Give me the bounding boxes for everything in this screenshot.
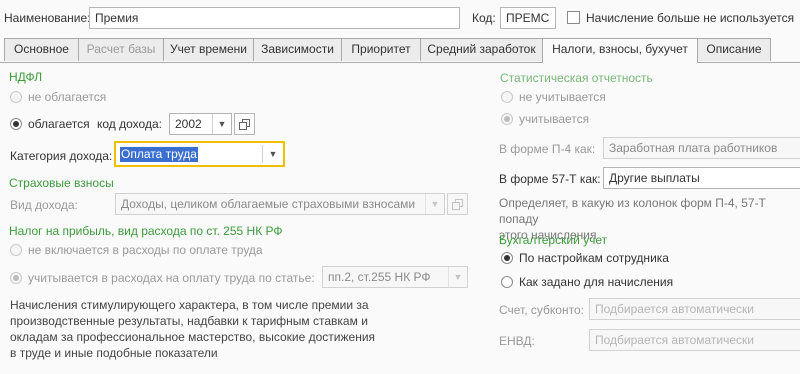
- open-icon: [239, 119, 250, 130]
- profit-tax-note: Начисления стимулирующего характера, в т…: [10, 298, 376, 360]
- tab-main[interactable]: Основное: [4, 38, 79, 61]
- ndfl-taxed-label: облагается: [28, 117, 90, 131]
- acc-as-set-radio[interactable]: [501, 276, 513, 288]
- stat-counted-radio[interactable]: [501, 113, 513, 125]
- name-label: Наименование:: [4, 11, 91, 25]
- account-placeholder: Подбирается автоматически: [595, 302, 754, 316]
- income-category-value: Оплата труда: [120, 147, 198, 162]
- accounting-section-title: Бухгалтерский учет: [499, 233, 608, 247]
- income-type-value: Доходы, целиком облагаемые страховыми вз…: [121, 197, 416, 211]
- statistics-section-title: Статистическая отчетность: [500, 71, 653, 85]
- envd-placeholder: Подбирается автоматически: [595, 333, 754, 347]
- chevron-down-icon[interactable]: ▼: [262, 145, 283, 163]
- income-category-label: Категория дохода:: [10, 149, 113, 163]
- profit-tax-section-title: Налог на прибыль, вид расхода по ст. 255…: [9, 224, 283, 238]
- ndfl-section-title: НДФЛ: [9, 70, 43, 84]
- income-type-open-button[interactable]: [447, 193, 468, 215]
- chevron-down-icon[interactable]: ▼: [448, 267, 467, 287]
- chevron-down-icon[interactable]: ▼: [212, 114, 231, 134]
- ndfl-not-taxed-radio[interactable]: [10, 91, 22, 103]
- acc-as-set-label: Как задано для начисления: [519, 275, 674, 289]
- f57t-select[interactable]: Другие выплаты: [603, 167, 800, 189]
- expense-article-select[interactable]: пп.2, ст.255 НК РФ ▼: [322, 266, 468, 288]
- acc-by-employee-radio[interactable]: [501, 252, 513, 264]
- profit-included-label: учитывается в расходах на оплату труда п…: [28, 271, 315, 285]
- stat-counted-label: учитывается: [519, 112, 590, 126]
- stat-not-counted-label: не учитывается: [519, 90, 606, 104]
- expense-article-value: пп.2, ст.255 НК РФ: [328, 270, 431, 284]
- open-icon: [452, 199, 463, 210]
- f57t-label: В форме 57-Т как:: [499, 172, 601, 186]
- insurance-section-title: Страховые взносы: [9, 176, 114, 190]
- income-category-select[interactable]: Оплата труда ▼: [114, 141, 285, 167]
- ndfl-not-taxed-label: не облагается: [28, 90, 107, 104]
- profit-not-included-label: не включается в расходы по оплате труда: [28, 243, 263, 257]
- p4-select[interactable]: Заработная плата работников: [603, 137, 800, 159]
- p4-value: Заработная плата работников: [609, 141, 778, 155]
- code-label: Код:: [472, 11, 496, 25]
- code-input[interactable]: ПРЕМС: [500, 7, 556, 29]
- income-code-select[interactable]: 2002 ▼: [169, 113, 232, 135]
- income-type-select[interactable]: Доходы, целиком облагаемые страховыми вз…: [115, 193, 445, 215]
- income-code-value: 2002: [175, 117, 202, 131]
- envd-input[interactable]: Подбирается автоматически: [589, 329, 800, 351]
- stat-not-counted-radio[interactable]: [501, 91, 513, 103]
- tab-time-accounting[interactable]: Учет времени: [163, 38, 254, 61]
- tab-base-calculation[interactable]: Расчет базы: [78, 38, 164, 61]
- account-label: Счет, субконто:: [499, 303, 584, 317]
- envd-label: ЕНВД:: [499, 334, 535, 348]
- not-used-checkbox[interactable]: [567, 11, 580, 24]
- name-input[interactable]: Премия: [89, 7, 460, 29]
- income-code-open-button[interactable]: [234, 113, 255, 135]
- income-type-label: Вид дохода:: [10, 198, 78, 212]
- acc-by-employee-label: По настройкам сотрудника: [519, 251, 669, 265]
- f57t-value: Другие выплаты: [609, 171, 700, 185]
- tab-description[interactable]: Описание: [697, 38, 771, 61]
- tab-average-earnings[interactable]: Средний заработок: [420, 38, 543, 61]
- profit-included-radio[interactable]: [10, 272, 22, 284]
- tab-bar: Основное Расчет базы Учет времени Зависи…: [0, 38, 800, 63]
- ndfl-taxed-radio[interactable]: [10, 118, 22, 130]
- chevron-down-icon[interactable]: ▼: [425, 194, 444, 214]
- tab-taxes[interactable]: Налоги, взносы, бухучет: [542, 38, 698, 63]
- not-used-label: Начисление больше не используется: [586, 11, 795, 25]
- income-code-label: код дохода:: [97, 117, 162, 131]
- tab-dependencies[interactable]: Зависимости: [253, 38, 342, 61]
- profit-not-included-radio[interactable]: [10, 244, 22, 256]
- tab-priority[interactable]: Приоритет: [341, 38, 421, 61]
- account-input[interactable]: Подбирается автоматически: [589, 298, 800, 320]
- p4-label: В форме П-4 как:: [499, 142, 596, 156]
